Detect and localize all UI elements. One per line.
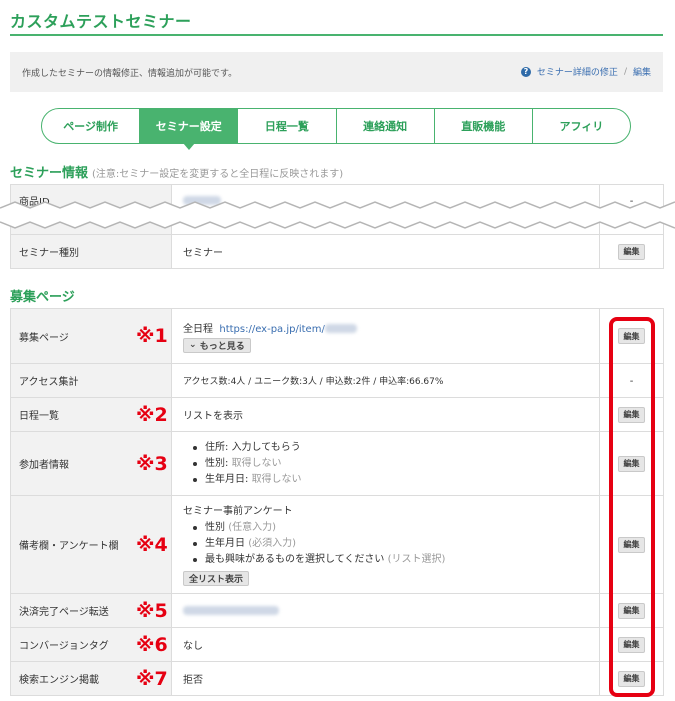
payment-value: [171, 593, 600, 628]
list-item: 最も興味があるものを選択してください (リスト選択): [193, 552, 599, 568]
survey-question: 生年月日: [205, 537, 245, 549]
recruit-heading: 募集ページ: [10, 290, 75, 305]
schedule-label-text: 日程一覧: [19, 411, 59, 422]
payment-label: 決済完了ページ転送 ※5: [10, 593, 172, 628]
info-bar: 作成したセミナーの情報修正、情報追加が可能です。 ? セミナー詳細の修正 / 編…: [10, 52, 663, 92]
show-all-list-button[interactable]: 全リスト表示: [183, 570, 250, 586]
survey-note: (リスト選択): [387, 553, 446, 565]
schedule-label: 日程一覧 ※2: [10, 397, 172, 432]
list-item: 生年月日 (必須入力): [193, 536, 599, 552]
annotation-mark-7: ※7: [136, 667, 168, 690]
tab-direct-sales[interactable]: 直販機能: [433, 109, 532, 143]
access-value: アクセス数:4人 / ユニーク数:3人 / 申込数:2件 / 申込率:66.67…: [171, 363, 600, 398]
seminar-info-note: (注意:セミナー設定を変更すると全日程に反映されます): [92, 169, 344, 180]
schedule-value: リストを表示: [171, 397, 600, 432]
seminar-info-heading: セミナー情報 (注意:セミナー設定を変更すると全日程に反映されます): [10, 162, 343, 181]
table-row: 募集ページ ※1 全日程 https://ex-pa.jp/item/ ⌄ もっ…: [10, 308, 664, 364]
table-row: 参加者情報 ※3 住所: 入力してもらう 性別: 取得しない 生年月日: 取得し…: [10, 431, 664, 496]
annotation-mark-1: ※1: [136, 325, 168, 347]
recruit-page-value: 全日程 https://ex-pa.jp/item/ ⌄ もっと見る: [171, 308, 600, 364]
seminar-type-value: セミナー: [171, 234, 600, 269]
conversion-value: なし: [171, 627, 600, 662]
show-more-button[interactable]: ⌄ もっと見る: [183, 337, 251, 353]
recruit-page-label: 募集ページ ※1: [10, 308, 172, 364]
annotation-mark-2: ※2: [136, 403, 168, 426]
conversion-label: コンバージョンタグ ※6: [10, 627, 172, 662]
seminar-info-title: セミナー情報: [10, 166, 89, 181]
table-row: コンバージョンタグ ※6 なし 編集: [10, 627, 664, 662]
seminar-detail-link[interactable]: セミナー詳細の修正: [537, 65, 618, 78]
edit-button[interactable]: 編集: [618, 243, 645, 260]
list-item: 住所: 入力してもらう: [193, 440, 599, 456]
tab-affiliate[interactable]: アフィリ: [531, 109, 630, 143]
list-item: 性別 (任意入力): [193, 520, 599, 536]
seminar-type-label: セミナー種別: [10, 234, 172, 269]
recruit-page-prefix: 全日程: [183, 323, 213, 335]
redacted-payment-url: [183, 605, 279, 615]
participant-label-text: 参加者情報: [19, 460, 69, 471]
field-status: 取得しない: [231, 457, 282, 469]
edit-link[interactable]: 編集: [633, 65, 651, 78]
title-divider: [10, 34, 663, 36]
survey-note: (任意入力): [228, 521, 276, 533]
info-text: 作成したセミナーの情報修正、情報追加が可能です。: [22, 69, 238, 79]
field-name: 生年月日:: [205, 473, 249, 485]
tab-notifications[interactable]: 連絡通知: [335, 109, 434, 143]
tab-bar: ページ制作 セミナー設定 日程一覧 連絡通知 直販機能 アフィリ: [41, 108, 631, 150]
seminar-type-action: 編集: [599, 234, 664, 269]
tab-seminar-settings[interactable]: セミナー設定: [139, 109, 238, 150]
recruit-table: 募集ページ ※1 全日程 https://ex-pa.jp/item/ ⌄ もっ…: [10, 308, 664, 696]
table-row: セミナー種別 セミナー 編集: [10, 234, 664, 269]
payment-label-text: 決済完了ページ転送: [19, 607, 109, 618]
recruit-page-label-text: 募集ページ: [19, 332, 69, 344]
field-name: 住所:: [205, 441, 229, 453]
conversion-label-text: コンバージョンタグ: [19, 641, 109, 652]
question-circle-icon: ?: [520, 66, 531, 77]
survey-question: 最も興味があるものを選択してください: [205, 553, 385, 565]
link-separator: /: [623, 66, 627, 77]
search-engine-label-text: 検索エンジン掲載: [19, 675, 99, 686]
field-status: 入力してもらう: [231, 441, 301, 453]
list-item: 生年月日: 取得しない: [193, 472, 599, 488]
access-label: アクセス集計: [10, 363, 172, 398]
annotation-mark-5: ※5: [136, 599, 168, 622]
recruit-page-url[interactable]: https://ex-pa.jp/item/: [219, 324, 324, 335]
remarks-label: 備考欄・アンケート欄 ※4: [10, 495, 172, 594]
participant-label: 参加者情報 ※3: [10, 431, 172, 496]
field-name: 性別:: [205, 457, 229, 469]
survey-question: 性別: [205, 521, 225, 533]
tab-schedule-list[interactable]: 日程一覧: [237, 109, 335, 143]
annotation-mark-3: ※3: [136, 452, 168, 475]
page-title: カスタムテストセミナー: [10, 12, 192, 31]
redacted-url-suffix: [324, 324, 357, 333]
torn-edge-divider: [0, 201, 675, 229]
table-row: アクセス集計 アクセス数:4人 / ユニーク数:3人 / 申込数:2件 / 申込…: [10, 363, 664, 398]
list-item: 性別: 取得しない: [193, 456, 599, 472]
annotation-mark-4: ※4: [136, 533, 168, 556]
tab-page-creation[interactable]: ページ制作: [42, 109, 139, 143]
search-engine-value: 拒否: [171, 661, 600, 696]
seminar-detail-edit-link[interactable]: ? セミナー詳細の修正 / 編集: [520, 65, 651, 78]
chevron-down-icon: ⌄: [189, 340, 197, 350]
survey-note: (必須入力): [248, 537, 296, 549]
participant-value: 住所: 入力してもらう 性別: 取得しない 生年月日: 取得しない: [171, 431, 600, 496]
remarks-value: セミナー事前アンケート 性別 (任意入力) 生年月日 (必須入力) 最も興味があ…: [171, 495, 600, 594]
search-engine-label: 検索エンジン掲載 ※7: [10, 661, 172, 696]
table-row: 日程一覧 ※2 リストを表示 編集: [10, 397, 664, 432]
annotation-mark-6: ※6: [136, 633, 168, 656]
show-more-label: もっと見る: [199, 341, 245, 352]
table-row: 決済完了ページ転送 ※5 編集: [10, 593, 664, 628]
table-row: 検索エンジン掲載 ※7 拒否 編集: [10, 661, 664, 696]
survey-list: 性別 (任意入力) 生年月日 (必須入力) 最も興味があるものを選択してください…: [183, 520, 599, 568]
edit-column-highlight: [609, 317, 655, 697]
table-row: 備考欄・アンケート欄 ※4 セミナー事前アンケート 性別 (任意入力) 生年月日…: [10, 495, 664, 594]
survey-heading: セミナー事前アンケート: [183, 505, 293, 517]
participant-list: 住所: 入力してもらう 性別: 取得しない 生年月日: 取得しない: [183, 440, 599, 488]
field-status: 取得しない: [251, 473, 302, 485]
remarks-label-text: 備考欄・アンケート欄: [19, 541, 119, 552]
